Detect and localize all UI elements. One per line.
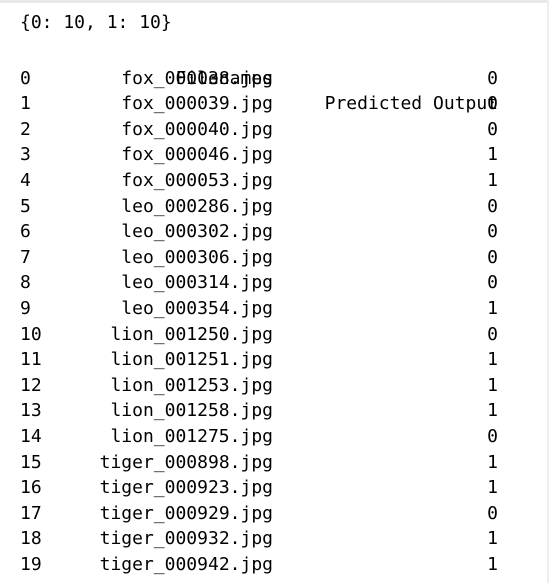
row-predicted-output: 1 [487,477,498,499]
row-predicted-output: 1 [487,169,498,191]
row-filename: lion_001258.jpg [110,400,273,422]
dict-output-line: {0: 10, 1: 10} [20,12,172,33]
notebook-cell-output: {0: 10, 1: 10} Filenames Predicted Outpu… [0,0,549,583]
table-row: 8 leo_000314.jpg 0 [20,270,500,296]
dataframe-output: Filenames Predicted Output 0 fox_000038.j… [20,40,500,577]
row-predicted-output: 1 [487,528,498,550]
table-row: 4 fox_000053.jpg 1 [20,168,500,194]
row-filename: fox_000053.jpg [121,169,273,191]
table-row: 6 leo_000302.jpg 0 [20,219,500,245]
table-header-row: Filenames Predicted Output [20,40,500,115]
row-index: 7 [20,246,31,268]
row-predicted-output: 1 [487,349,498,371]
row-predicted-output: 1 [487,553,498,575]
row-predicted-output: 1 [487,144,498,166]
row-filename: tiger_000932.jpg [99,528,273,550]
row-predicted-output: 0 [487,272,498,294]
row-index: 12 [20,374,42,396]
row-filename: fox_000040.jpg [121,118,273,140]
table-row: 11 lion_001251.jpg 1 [20,347,500,373]
row-predicted-output: 1 [487,400,498,422]
row-index: 9 [20,297,31,319]
row-index: 13 [20,400,42,422]
row-filename: fox_000039.jpg [121,93,273,115]
row-predicted-output: 1 [487,297,498,319]
row-filename: tiger_000929.jpg [99,502,273,524]
row-filename: leo_000354.jpg [121,297,273,319]
row-filename: leo_000286.jpg [121,195,273,217]
table-body: 0 fox_000038.jpg 0 1 fox_000039.jpg 0 2 fox_000… [20,66,500,578]
row-predicted-output: 0 [487,323,498,345]
table-row: 12 lion_001253.jpg 1 [20,373,500,399]
row-filename: fox_000038.jpg [121,67,273,89]
row-filename: leo_000306.jpg [121,246,273,268]
row-index: 5 [20,195,31,217]
row-index: 15 [20,451,42,473]
row-predicted-output: 0 [487,425,498,447]
row-filename: lion_001253.jpg [110,374,273,396]
row-predicted-output: 1 [487,374,498,396]
row-filename: lion_001275.jpg [110,425,273,447]
table-row: 18 tiger_000932.jpg 1 [20,526,500,552]
row-index: 19 [20,553,42,575]
row-index: 6 [20,221,31,243]
table-row: 7 leo_000306.jpg 0 [20,245,500,271]
row-filename: fox_000046.jpg [121,144,273,166]
row-index: 2 [20,118,31,140]
table-row: 16 tiger_000923.jpg 1 [20,475,500,501]
row-index: 8 [20,272,31,294]
row-predicted-output: 0 [487,221,498,243]
row-index: 16 [20,477,42,499]
row-index: 11 [20,349,42,371]
table-row: 5 leo_000286.jpg 0 [20,194,500,220]
row-index: 1 [20,93,31,115]
row-index: 14 [20,425,42,447]
row-filename: tiger_000942.jpg [99,553,273,575]
row-index: 3 [20,144,31,166]
table-row: 14 lion_001275.jpg 0 [20,424,500,450]
row-predicted-output: 0 [487,502,498,524]
table-row: 17 tiger_000929.jpg 0 [20,501,500,527]
row-filename: lion_001251.jpg [110,349,273,371]
row-index: 10 [20,323,42,345]
row-predicted-output: 0 [487,93,498,115]
row-predicted-output: 1 [487,451,498,473]
row-index: 4 [20,169,31,191]
row-filename: lion_001250.jpg [110,323,273,345]
row-filename: tiger_000898.jpg [99,451,273,473]
table-row: 3 fox_000046.jpg 1 [20,142,500,168]
table-row: 15 tiger_000898.jpg 1 [20,450,500,476]
row-predicted-output: 0 [487,67,498,89]
row-predicted-output: 0 [487,118,498,140]
cell-top-divider [0,0,549,3]
row-index: 0 [20,67,31,89]
row-filename: leo_000314.jpg [121,272,273,294]
row-index: 18 [20,528,42,550]
table-row: 10 lion_001250.jpg 0 [20,322,500,348]
table-row: 9 leo_000354.jpg 1 [20,296,500,322]
row-filename: leo_000302.jpg [121,221,273,243]
table-row: 1 fox_000039.jpg 0 [20,91,500,117]
table-row: 2 fox_000040.jpg 0 [20,117,500,143]
table-row: 13 lion_001258.jpg 1 [20,398,500,424]
row-predicted-output: 0 [487,246,498,268]
row-index: 17 [20,502,42,524]
row-predicted-output: 0 [487,195,498,217]
table-row: 19 tiger_000942.jpg 1 [20,552,500,578]
table-row: 0 fox_000038.jpg 0 [20,66,500,92]
row-filename: tiger_000923.jpg [99,477,273,499]
